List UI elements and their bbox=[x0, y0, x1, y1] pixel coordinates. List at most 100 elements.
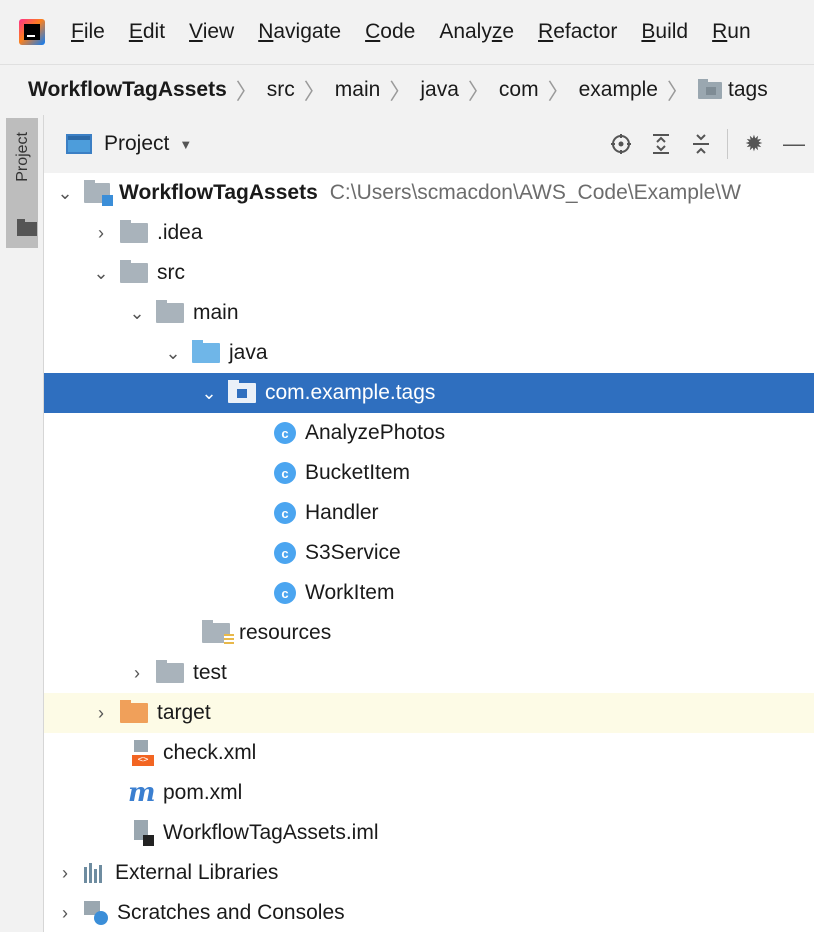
project-view-selector[interactable]: Project bbox=[104, 132, 169, 156]
breadcrumb-separator-icon: 〉 bbox=[547, 79, 570, 104]
chevron-down-icon[interactable]: ⌄ bbox=[90, 263, 112, 284]
breadcrumb-tags[interactable]: tags bbox=[689, 78, 777, 102]
chevron-right-icon[interactable]: › bbox=[54, 903, 76, 924]
tree-item-label: WorkflowTagAssets.iml bbox=[163, 821, 379, 844]
java-class-icon: c bbox=[274, 502, 296, 524]
expand-all-icon[interactable] bbox=[641, 124, 681, 164]
tree-item-label: pom.xml bbox=[163, 781, 243, 804]
folder-icon bbox=[120, 260, 148, 283]
menu-code[interactable]: Code bbox=[353, 20, 427, 44]
tree-row-target[interactable]: › target bbox=[44, 693, 814, 733]
project-tool-window-button[interactable]: Project bbox=[6, 118, 38, 248]
tree-row-resources[interactable]: resources bbox=[44, 613, 814, 653]
tree-row-class[interactable]: c S3Service bbox=[44, 533, 814, 573]
menu-bar: File Edit View Navigate Code Analyze Ref… bbox=[0, 0, 814, 64]
breadcrumb-separator-icon: 〉 bbox=[235, 79, 258, 104]
menu-run[interactable]: Run bbox=[700, 20, 763, 44]
left-tool-strip: Project bbox=[0, 115, 44, 932]
breadcrumb-separator-icon: 〉 bbox=[467, 79, 490, 104]
menu-refactor[interactable]: Refactor bbox=[526, 20, 629, 44]
tree-row-main[interactable]: ⌄ main bbox=[44, 293, 814, 333]
chevron-down-icon[interactable]: ⌄ bbox=[198, 383, 220, 404]
breadcrumb-main[interactable]: main bbox=[326, 78, 390, 102]
project-panel-header: Project ▼ ✹ — bbox=[44, 115, 814, 173]
package-folder-icon bbox=[228, 380, 256, 403]
menu-build[interactable]: Build bbox=[629, 20, 700, 44]
java-class-icon: c bbox=[274, 422, 296, 444]
libraries-icon bbox=[84, 863, 106, 883]
folder-icon bbox=[156, 660, 184, 683]
tree-item-label: com.example.tags bbox=[265, 381, 436, 404]
source-folder-icon bbox=[192, 340, 220, 363]
tree-row-class[interactable]: c Handler bbox=[44, 493, 814, 533]
project-tree: ⌄ WorkflowTagAssets C:\Users\scmacdon\AW… bbox=[44, 173, 814, 932]
scratches-icon bbox=[84, 901, 108, 925]
tree-row-src[interactable]: ⌄ src bbox=[44, 253, 814, 293]
menu-navigate[interactable]: Navigate bbox=[246, 20, 353, 44]
tree-item-label: S3Service bbox=[305, 541, 401, 564]
breadcrumb-separator-icon: 〉 bbox=[389, 79, 412, 104]
tree-item-label: External Libraries bbox=[115, 861, 279, 884]
xml-file-icon bbox=[132, 740, 154, 766]
toolbar-divider bbox=[727, 129, 728, 159]
chevron-right-icon[interactable]: › bbox=[54, 863, 76, 884]
tree-row-class[interactable]: c BucketItem bbox=[44, 453, 814, 493]
maven-icon: m bbox=[128, 778, 156, 808]
tree-item-label: src bbox=[157, 261, 185, 284]
tree-row-idea[interactable]: › .idea bbox=[44, 213, 814, 253]
minimize-icon[interactable]: — bbox=[774, 124, 814, 164]
breadcrumb-example[interactable]: example bbox=[570, 78, 667, 102]
breadcrumb-project[interactable]: WorkflowTagAssets bbox=[0, 78, 236, 102]
tree-item-label: BucketItem bbox=[305, 461, 411, 484]
tree-row-test[interactable]: › test bbox=[44, 653, 814, 693]
tree-row-iml[interactable]: WorkflowTagAssets.iml bbox=[44, 813, 814, 853]
project-tool-label: Project bbox=[14, 132, 31, 182]
chevron-right-icon[interactable]: › bbox=[90, 223, 112, 244]
folder-icon bbox=[156, 300, 184, 323]
collapse-all-icon[interactable] bbox=[681, 124, 721, 164]
tree-item-label: AnalyzePhotos bbox=[305, 421, 446, 444]
chevron-right-icon[interactable]: › bbox=[126, 663, 148, 684]
tree-row-class[interactable]: c WorkItem bbox=[44, 573, 814, 613]
tree-item-label: WorkItem bbox=[305, 581, 395, 604]
navigation-breadcrumb: WorkflowTagAssets 〉 src 〉 main 〉 java 〉 … bbox=[0, 64, 814, 116]
tree-row-scratches[interactable]: › Scratches and Consoles bbox=[44, 893, 814, 933]
tree-row-package-selected[interactable]: ⌄ com.example.tags bbox=[44, 373, 814, 413]
tree-item-label: Scratches and Consoles bbox=[117, 901, 345, 924]
tree-row-class[interactable]: c AnalyzePhotos bbox=[44, 413, 814, 453]
intellij-logo-icon bbox=[19, 19, 45, 45]
package-folder-icon bbox=[698, 78, 722, 99]
menu-view[interactable]: View bbox=[177, 20, 246, 44]
tree-row-pom-xml[interactable]: m pom.xml bbox=[44, 773, 814, 813]
locate-icon[interactable] bbox=[601, 124, 641, 164]
panel-toolbar: ✹ — bbox=[601, 115, 814, 173]
folder-icon bbox=[17, 219, 37, 236]
project-root-name: WorkflowTagAssets bbox=[119, 181, 318, 204]
chevron-down-icon[interactable]: ⌄ bbox=[54, 183, 76, 204]
chevron-right-icon[interactable]: › bbox=[90, 703, 112, 724]
project-root-path: C:\Users\scmacdon\AWS_Code\Example\W bbox=[329, 181, 741, 204]
breadcrumb-src[interactable]: src bbox=[258, 78, 304, 102]
tree-item-label: java bbox=[229, 341, 268, 364]
module-folder-icon bbox=[84, 180, 113, 206]
chevron-down-icon[interactable]: ▼ bbox=[179, 137, 192, 152]
tree-item-label: Handler bbox=[305, 501, 379, 524]
java-class-icon: c bbox=[274, 582, 296, 604]
gear-icon[interactable]: ✹ bbox=[734, 124, 774, 164]
chevron-down-icon[interactable]: ⌄ bbox=[162, 343, 184, 364]
breadcrumb-java[interactable]: java bbox=[411, 78, 468, 102]
tree-row-check-xml[interactable]: check.xml bbox=[44, 733, 814, 773]
breadcrumb-com[interactable]: com bbox=[490, 78, 548, 102]
tree-row-project-root[interactable]: ⌄ WorkflowTagAssets C:\Users\scmacdon\AW… bbox=[44, 173, 814, 213]
breadcrumb-separator-icon: 〉 bbox=[666, 79, 689, 104]
tree-item-label: .idea bbox=[157, 221, 203, 244]
tree-row-java[interactable]: ⌄ java bbox=[44, 333, 814, 373]
tree-row-external-libraries[interactable]: › External Libraries bbox=[44, 853, 814, 893]
tree-item-label: check.xml bbox=[163, 741, 257, 764]
tree-item-label: test bbox=[193, 661, 227, 684]
menu-analyze[interactable]: Analyze bbox=[427, 20, 526, 44]
excluded-folder-icon bbox=[120, 700, 148, 723]
menu-edit[interactable]: Edit bbox=[117, 20, 177, 44]
menu-file[interactable]: File bbox=[59, 20, 117, 44]
chevron-down-icon[interactable]: ⌄ bbox=[126, 303, 148, 324]
